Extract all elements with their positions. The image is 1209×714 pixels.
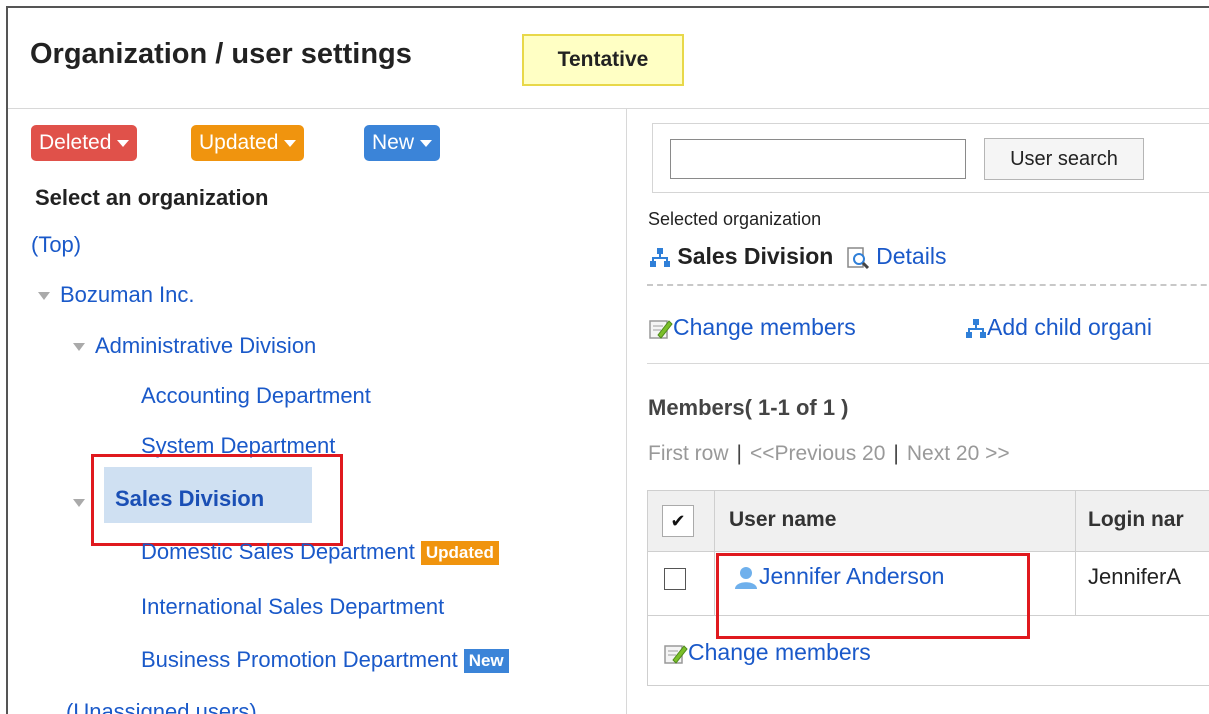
tentative-status-badge: Tentative	[522, 34, 684, 86]
selected-organization-label: Selected organization	[648, 209, 822, 229]
top-link[interactable]: (Top)	[31, 232, 81, 258]
add-child-organization-link[interactable]: Add child organi	[965, 314, 1152, 341]
expand-triangle-icon	[38, 292, 50, 301]
select-all-checkbox[interactable]: ✔	[662, 505, 694, 537]
user-search-input[interactable]	[670, 139, 966, 179]
column-divider	[1075, 491, 1076, 615]
tree-item-business-promotion[interactable]: Business Promotion Department New	[141, 647, 509, 674]
tree-item-label: Bozuman Inc.	[60, 282, 195, 307]
row-checkbox[interactable]	[664, 568, 686, 590]
dashed-divider	[647, 284, 1209, 286]
organization-tree-pane: Deleted Updated New Select an organizati…	[8, 109, 627, 714]
first-row-link[interactable]: First row	[648, 442, 729, 465]
select-organization-heading: Select an organization	[35, 185, 269, 210]
deleted-filter-button[interactable]: Deleted	[31, 125, 138, 161]
table-header: ✔ User name Login nar	[648, 491, 1209, 552]
bottom-change-members-link[interactable]: Change members	[664, 639, 871, 666]
divider	[647, 363, 1209, 364]
edit-icon	[664, 645, 688, 664]
members-title: Members( 1-1 of 1 )	[648, 395, 849, 420]
bottom-change-members-label: Change members	[688, 639, 871, 665]
pager-separator: |	[893, 442, 899, 465]
tree-item-label: Administrative Division	[95, 333, 317, 358]
updated-filter-label: Updated	[199, 131, 279, 154]
change-members-link[interactable]: Change members	[649, 314, 856, 341]
organization-detail-pane: User search Selected organization Sales …	[627, 109, 1209, 714]
unassigned-users-link[interactable]: (Unassigned users)	[66, 699, 257, 714]
tree-item-label: Domestic Sales Department	[141, 539, 415, 564]
login-name-cell: JenniferA	[1088, 564, 1181, 589]
deleted-filter-label: Deleted	[39, 131, 112, 154]
pagination: First row | <<Previous 20 | Next 20 >>	[648, 442, 1010, 466]
new-tag: New	[463, 649, 509, 674]
previous-page-link[interactable]: <<Previous 20	[750, 442, 885, 465]
change-members-label: Change members	[673, 314, 856, 340]
pager-separator: |	[736, 442, 742, 465]
tree-item-bozuman[interactable]: Bozuman Inc.	[38, 282, 195, 308]
tree-item-domestic-sales[interactable]: Domestic Sales Department Updated	[141, 539, 499, 566]
new-filter-button[interactable]: New	[364, 125, 441, 161]
updated-tag: Updated	[420, 541, 499, 566]
organization-icon	[966, 318, 986, 338]
details-link[interactable]: Details	[876, 243, 946, 269]
edit-icon	[649, 320, 673, 339]
next-page-link[interactable]: Next 20 >>	[907, 442, 1010, 465]
new-filter-label: New	[372, 131, 415, 154]
selected-organization-name: Sales Division Details	[649, 243, 946, 270]
organization-icon	[650, 247, 670, 267]
tree-item-accounting[interactable]: Accounting Department	[141, 383, 371, 409]
expand-triangle-icon	[73, 499, 85, 507]
sales-division-highlight	[91, 454, 343, 546]
page-title: Organization / user settings	[30, 38, 412, 70]
selected-organization-text: Sales Division	[677, 243, 834, 269]
tree-item-international-sales[interactable]: International Sales Department	[141, 594, 444, 620]
column-divider	[714, 491, 715, 615]
user-search-button[interactable]: User search	[984, 138, 1144, 180]
updated-filter-button[interactable]: Updated	[191, 125, 305, 161]
caret-down-icon	[117, 139, 130, 147]
caret-down-icon	[420, 139, 433, 147]
table-footer: Change members	[647, 613, 1209, 686]
expand-triangle-icon	[73, 343, 85, 352]
tree-item-label: Business Promotion Department	[141, 647, 458, 672]
login-name-column-header[interactable]: Login nar	[1088, 491, 1184, 551]
user-name-column-header[interactable]: User name	[729, 491, 836, 551]
add-child-organization-label: Add child organi	[987, 314, 1152, 340]
user-search-panel: User search	[652, 123, 1209, 193]
details-icon	[847, 247, 869, 269]
tree-item-administrative-division[interactable]: Administrative Division	[73, 333, 316, 359]
caret-down-icon	[284, 139, 297, 147]
page-header: Organization / user settings Tentative	[8, 8, 1209, 109]
